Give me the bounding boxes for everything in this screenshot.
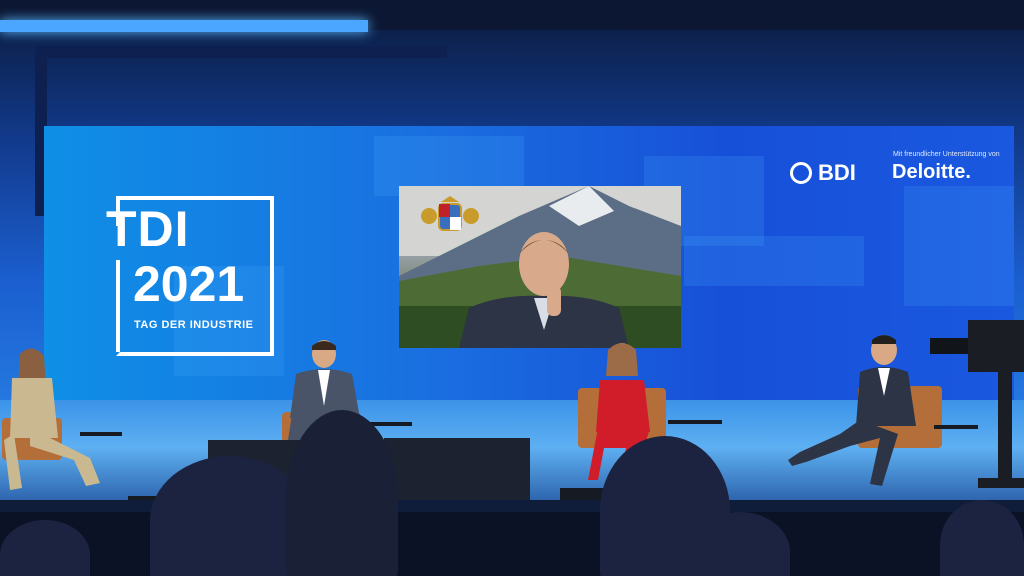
bdi-emblem-icon [790, 162, 812, 184]
bdi-logo: BDI [790, 160, 856, 186]
panelist-man-right [788, 335, 916, 486]
truss-horizontal [35, 46, 447, 58]
deloitte-logo: Deloitte. [892, 161, 971, 183]
tdi-logo-subtitle: TAG DER INDUSTRIE [134, 319, 254, 331]
moderator [4, 348, 100, 490]
event-stage-photo: TDI 2021 TAG DER INDUSTRIE BDI Mit freun… [0, 0, 1024, 576]
side-table [80, 432, 122, 436]
sponsor-note: Mit freundlicher Unterstützung von [893, 151, 1000, 158]
led-light-bar [0, 20, 368, 32]
bdi-logo-text: BDI [818, 160, 856, 185]
screen-tile [684, 236, 864, 286]
video-feed [399, 186, 681, 348]
side-table [668, 420, 722, 424]
remote-speaker [459, 232, 629, 348]
tdi-logo-title: TDI [106, 201, 190, 257]
audience-member [286, 410, 398, 576]
screen-tile [904, 186, 1014, 306]
tv-camera-icon [930, 320, 1024, 488]
tdi-logo-year: 2021 [133, 256, 245, 312]
